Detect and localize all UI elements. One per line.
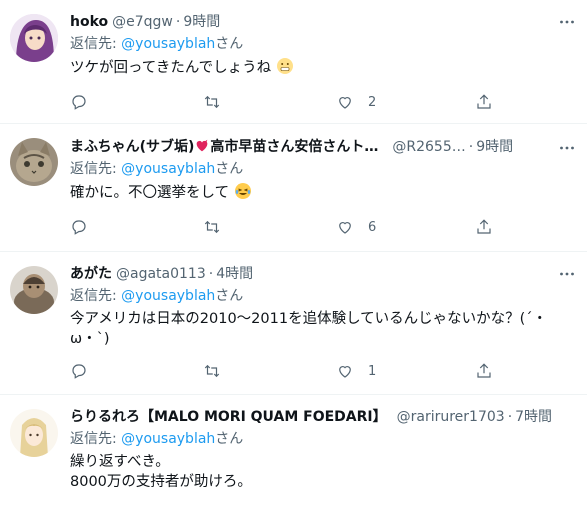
tweet-actions: 2 bbox=[70, 93, 510, 113]
tweet-4[interactable]: らりるれろ【MALO MORI QUAM FOEDARI】 @rarirurer… bbox=[0, 395, 587, 505]
like-icon bbox=[339, 222, 351, 234]
like-button[interactable]: 1 bbox=[336, 362, 376, 380]
display-name[interactable]: hoko bbox=[70, 12, 108, 32]
separator-dot: · bbox=[507, 409, 513, 425]
tweet-text-body: 確かに。不〇選挙をして bbox=[70, 185, 230, 201]
like-count: 6 bbox=[368, 219, 377, 235]
tweet-header: あがた @agata0113 · 4時間 bbox=[70, 264, 567, 284]
avatar-image bbox=[10, 138, 58, 186]
more-icon[interactable] bbox=[557, 138, 577, 158]
more-icon[interactable] bbox=[557, 264, 577, 284]
reply-icon bbox=[72, 220, 86, 235]
tweet-text: ツケが回ってきたんでしょうね bbox=[70, 57, 567, 78]
reply-button[interactable] bbox=[70, 93, 88, 111]
reply-to-prefix: 返信先: bbox=[70, 288, 122, 304]
reply-to-suffix: さん bbox=[215, 161, 244, 177]
like-button[interactable]: 6 bbox=[336, 218, 376, 236]
tweet-text: 今アメリカは日本の2010〜2011を追体験しているんじゃないかな？(´・ω・`… bbox=[70, 311, 548, 347]
retweet-button[interactable] bbox=[203, 362, 221, 380]
like-button[interactable]: 2 bbox=[336, 93, 376, 111]
separator-dot: · bbox=[208, 266, 214, 282]
reply-to-prefix: 返信先: bbox=[70, 431, 122, 447]
share-button[interactable] bbox=[475, 218, 493, 236]
reply-to-line: 返信先: @yousayblahさん bbox=[70, 286, 567, 306]
tweet-text-line-2: 8000万の支持者が助けろ。 bbox=[70, 474, 252, 490]
retweet-button[interactable] bbox=[203, 218, 221, 236]
retweet-button[interactable] bbox=[203, 93, 221, 111]
like-icon bbox=[339, 366, 351, 378]
avatar-image bbox=[10, 266, 58, 314]
reply-to-line: 返信先: @yousayblahさん bbox=[70, 34, 567, 54]
user-handle[interactable]: @e7qgw bbox=[112, 12, 173, 32]
like-count: 2 bbox=[368, 94, 377, 110]
like-icon bbox=[339, 97, 351, 109]
separator-dot: · bbox=[468, 139, 474, 155]
mention-link[interactable]: @yousayblah bbox=[121, 288, 215, 304]
display-name[interactable]: あがた bbox=[70, 264, 112, 284]
avatar[interactable] bbox=[10, 266, 58, 314]
tweet-actions: 6 bbox=[70, 218, 510, 238]
share-icon bbox=[477, 219, 491, 234]
user-handle[interactable]: @R2655… bbox=[392, 137, 465, 157]
reply-feed: hoko @e7qgw · 9時間 返信先: @yousayblahさん ツケが… bbox=[0, 0, 587, 505]
reply-icon bbox=[72, 95, 86, 110]
reply-icon bbox=[72, 364, 86, 379]
tweet-2[interactable]: まふちゃん(サブ垢) 高市早苗さん安倍さんト… @R2655… · 9時間 返信先… bbox=[0, 124, 587, 252]
timestamp[interactable]: 9時間 bbox=[183, 12, 220, 32]
mention-link[interactable]: @yousayblah bbox=[121, 36, 215, 52]
reply-to-prefix: 返信先: bbox=[70, 36, 122, 52]
reply-to-suffix: さん bbox=[215, 288, 244, 304]
tweet-header: まふちゃん(サブ垢) 高市早苗さん安倍さんト… @R2655… · 9時間 bbox=[70, 137, 567, 157]
mention-link[interactable]: @yousayblah bbox=[121, 431, 215, 447]
avatar[interactable] bbox=[10, 14, 58, 62]
tweet-header: hoko @e7qgw · 9時間 bbox=[70, 12, 567, 32]
tweet-text-line-1: 繰り返すべき。 bbox=[70, 454, 170, 470]
reply-to-line: 返信先: @yousayblahさん bbox=[70, 429, 567, 449]
tweet-1[interactable]: hoko @e7qgw · 9時間 返信先: @yousayblahさん ツケが… bbox=[0, 0, 587, 124]
avatar[interactable] bbox=[10, 138, 58, 186]
reply-button[interactable] bbox=[70, 362, 88, 380]
timestamp[interactable]: 7時間 bbox=[515, 407, 552, 427]
like-count: 1 bbox=[368, 363, 377, 379]
grimace-emoji bbox=[276, 58, 293, 74]
share-icon bbox=[477, 363, 491, 378]
timestamp[interactable]: 4時間 bbox=[216, 264, 253, 284]
retweet-icon bbox=[204, 220, 220, 234]
avatar-image bbox=[10, 409, 58, 457]
avatar-image bbox=[10, 14, 58, 62]
tweet-text: 繰り返すべき。 8000万の支持者が助けろ。 bbox=[70, 452, 567, 492]
display-name[interactable]: まふちゃん(サブ垢) 高市早苗さん安倍さんト… bbox=[70, 137, 378, 157]
reply-to-line: 返信先: @yousayblahさん bbox=[70, 159, 567, 179]
user-handle[interactable]: @agata0113 bbox=[116, 264, 206, 284]
heart-emoji bbox=[197, 139, 208, 152]
laughing-emoji bbox=[234, 183, 251, 199]
reply-button[interactable] bbox=[70, 218, 88, 236]
retweet-icon bbox=[204, 95, 220, 109]
share-icon bbox=[477, 94, 491, 109]
tweet-3[interactable]: あがた @agata0113 · 4時間 返信先: @yousayblahさん … bbox=[0, 252, 587, 395]
avatar[interactable] bbox=[10, 409, 58, 457]
tweet-actions: 1 bbox=[70, 362, 510, 382]
display-name-part1: まふちゃん(サブ垢) bbox=[70, 139, 195, 155]
retweet-icon bbox=[204, 364, 220, 378]
reply-to-suffix: さん bbox=[215, 431, 244, 447]
user-handle[interactable]: @rarirurer1703 bbox=[397, 407, 505, 427]
reply-to-suffix: さん bbox=[215, 36, 244, 52]
share-button[interactable] bbox=[475, 93, 493, 111]
more-icon[interactable] bbox=[557, 12, 577, 32]
tweet-text-body: ツケが回ってきたんでしょうね bbox=[70, 60, 272, 76]
display-name-part2: 高市早苗さん安倍さんト… bbox=[210, 139, 379, 155]
mention-link[interactable]: @yousayblah bbox=[121, 161, 215, 177]
separator-dot: · bbox=[175, 14, 181, 30]
timestamp[interactable]: 9時間 bbox=[476, 137, 513, 157]
reply-to-prefix: 返信先: bbox=[70, 161, 122, 177]
share-button[interactable] bbox=[475, 362, 493, 380]
tweet-text: 確かに。不〇選挙をして bbox=[70, 182, 567, 203]
display-name[interactable]: らりるれろ【MALO MORI QUAM FOEDARI】 bbox=[70, 407, 387, 427]
tweet-header: らりるれろ【MALO MORI QUAM FOEDARI】 @rarirurer… bbox=[70, 407, 567, 427]
